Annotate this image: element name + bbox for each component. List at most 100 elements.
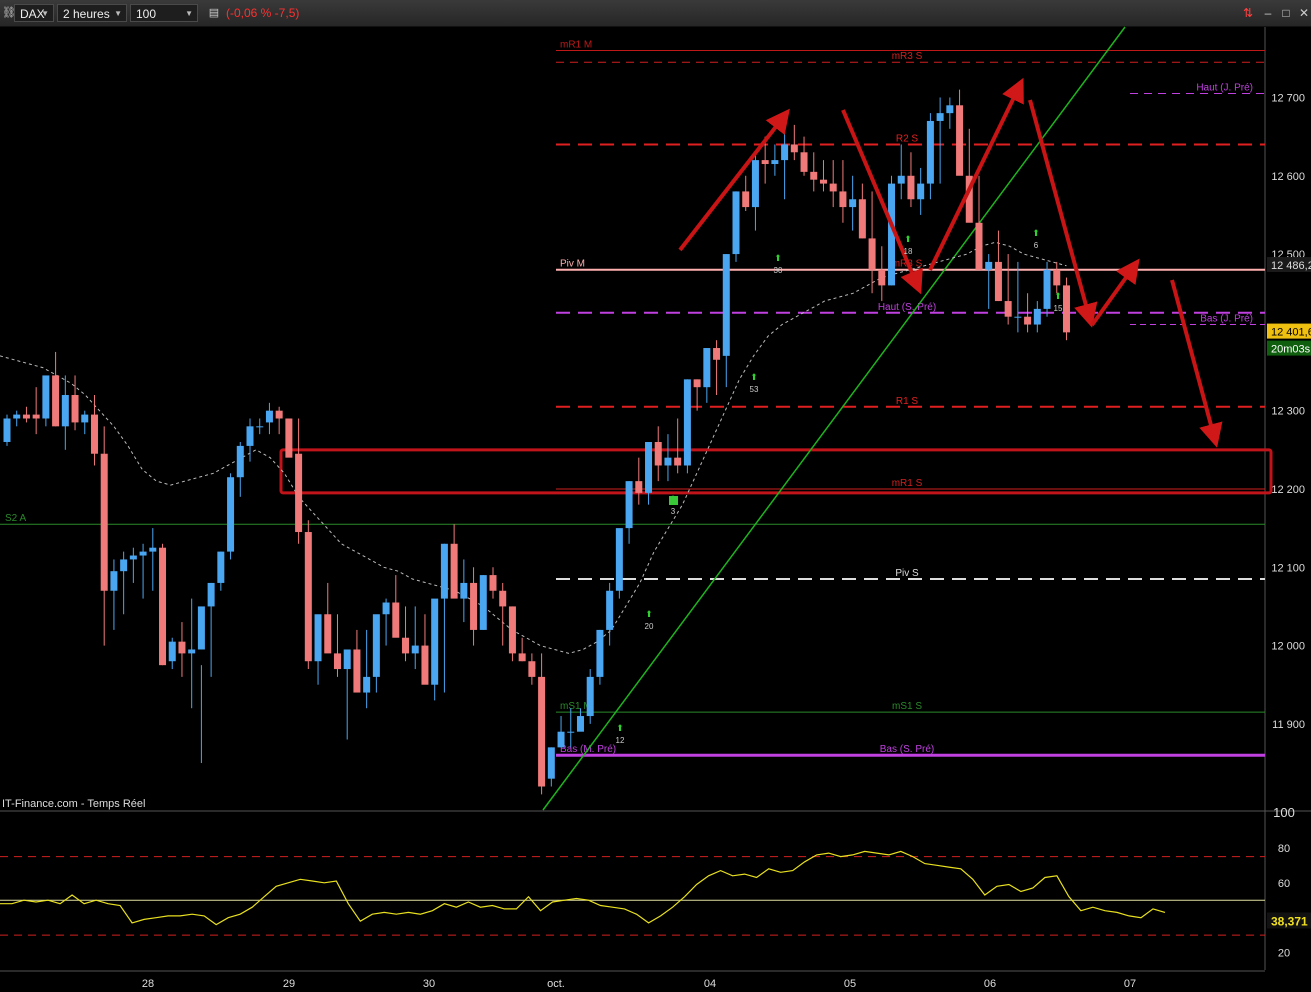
candle-body <box>790 144 798 153</box>
x-tick-label: 29 <box>283 978 295 990</box>
candle-body <box>1024 316 1032 325</box>
level-label: R2 S <box>896 133 919 144</box>
candle-body <box>975 222 983 270</box>
candle-body <box>994 261 1002 302</box>
candle-body <box>256 426 264 428</box>
rsi-line <box>0 850 1166 926</box>
rsi-tick-label: 80 <box>1278 843 1290 855</box>
candle-body <box>596 629 604 677</box>
candle-body <box>635 481 643 493</box>
candle-body <box>547 747 555 779</box>
candle-body <box>333 653 341 670</box>
candle-body <box>800 152 808 172</box>
candle-body <box>907 175 915 200</box>
candle-body <box>120 559 128 572</box>
candle-body <box>499 590 507 607</box>
x-tick-label: 28 <box>142 978 154 990</box>
signal-count: 3 <box>671 507 676 516</box>
signal-up-icon: ⬆ <box>750 372 758 382</box>
x-tick-label: 04 <box>704 978 716 990</box>
candle-body <box>168 641 176 662</box>
candle-body <box>664 457 672 466</box>
level-label: Piv S <box>895 568 919 579</box>
y-tick-label: 11 900 <box>1272 719 1305 731</box>
candle-body <box>129 555 137 560</box>
candle-body <box>392 602 400 638</box>
candle-body <box>178 641 186 654</box>
candle-body <box>645 441 653 493</box>
candle-body <box>674 457 682 466</box>
candle-body <box>460 582 468 599</box>
candle-body <box>722 254 730 356</box>
candle-body <box>1062 285 1070 333</box>
level-label: Piv M <box>560 259 585 270</box>
candle-body <box>479 575 487 630</box>
rsi-tick-label: 20 <box>1278 948 1290 960</box>
candle-body <box>654 441 662 466</box>
candle-body <box>149 547 157 552</box>
candle-body <box>567 731 575 733</box>
candle-body <box>207 582 215 607</box>
candle-body <box>265 410 273 423</box>
level-label: mR3 S <box>892 51 923 62</box>
candle-body <box>606 590 614 630</box>
candle-body <box>197 606 205 650</box>
candle-body <box>713 348 721 360</box>
candle-body <box>402 637 410 654</box>
candle-body <box>917 183 925 200</box>
candle-body <box>236 445 244 478</box>
x-tick-label: 06 <box>984 978 996 990</box>
rsi-tick-label: 100 <box>1273 805 1295 820</box>
candle-body <box>227 477 235 552</box>
candle-body <box>586 676 594 717</box>
candle-body <box>946 105 954 114</box>
candle-body <box>625 481 633 529</box>
candle-body <box>353 649 361 693</box>
x-tick-label: oct. <box>547 978 565 990</box>
candle-body <box>363 676 371 693</box>
candle-body <box>304 532 312 662</box>
candle-body <box>1014 316 1022 318</box>
level-label: mR1 S <box>892 478 923 489</box>
candle-body <box>42 375 50 419</box>
candle-body <box>324 614 332 654</box>
candle-body <box>411 645 419 654</box>
y-tick-label: 12 100 <box>1271 562 1305 574</box>
candle-body <box>32 414 40 419</box>
candle-body <box>285 418 293 458</box>
candle-body <box>431 598 439 685</box>
signal-marker <box>669 496 678 505</box>
candle-body <box>489 575 497 591</box>
candle-body <box>858 199 866 239</box>
candle-body <box>295 453 303 533</box>
signal-count: 20 <box>645 622 654 631</box>
y-tick-label: 12 200 <box>1271 484 1305 496</box>
candle-body <box>703 348 711 388</box>
price-chart[interactable]: mR1 MmR3 SHaut (J. Pré)R2 SPiv MmR3 SHau… <box>0 0 1311 992</box>
candle-body <box>528 661 536 677</box>
candle-body <box>615 528 623 591</box>
candle-body <box>878 269 886 286</box>
candle-body <box>518 653 526 662</box>
candle-body <box>22 414 30 419</box>
candle-body <box>810 171 818 180</box>
signal-count: 30 <box>774 266 783 275</box>
candle-body <box>557 731 565 748</box>
signal-up-icon: ⬆ <box>774 253 782 263</box>
level-label: Haut (S. Pré) <box>878 302 936 313</box>
signal-count: 6 <box>1034 241 1039 250</box>
countdown-label: 20m03s <box>1271 344 1311 356</box>
candle-body <box>839 191 847 208</box>
candle-body <box>421 645 429 685</box>
candle-body <box>576 716 584 732</box>
level-label: Haut (J. Pré) <box>1196 83 1253 94</box>
x-tick-label: 07 <box>1124 978 1136 990</box>
y-tick-label: 12 600 <box>1271 171 1305 183</box>
rsi-tick-label: 60 <box>1278 878 1290 890</box>
candle-body <box>781 144 789 161</box>
candle-body <box>956 105 964 176</box>
y-tick-label: 12 300 <box>1271 406 1305 418</box>
candle-body <box>71 395 79 423</box>
signal-up-icon: ⬆ <box>904 234 912 244</box>
candle-body <box>829 183 837 192</box>
